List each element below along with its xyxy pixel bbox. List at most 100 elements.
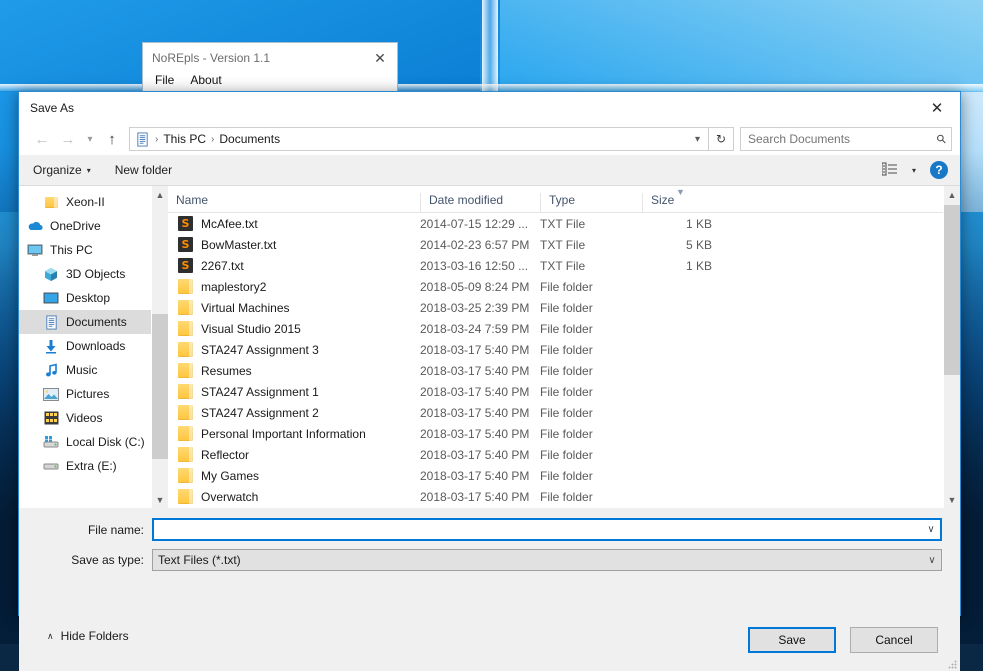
save-form: File name: ∨ Save as type: Text Files (*… <box>19 508 960 671</box>
sidebar-item-xeon-ii[interactable]: Xeon-II <box>19 190 151 214</box>
chevron-up-icon[interactable]: ▲ <box>944 186 960 203</box>
arrow-up-icon[interactable]: ↑ <box>99 126 125 152</box>
background-app-title: NoREpls - Version 1.1 <box>152 51 271 65</box>
filename-label: File name: <box>87 522 144 537</box>
new-folder-label: New folder <box>114 163 173 177</box>
breadcrumb[interactable]: › This PC › Documents ▾ <box>129 127 709 151</box>
onedrive-icon <box>27 218 43 234</box>
sidebar-item-videos[interactable]: Videos <box>19 406 151 430</box>
chevron-down-icon[interactable]: ▼ <box>152 491 168 508</box>
savetype-dropdown[interactable]: Text Files (*.txt) ∨ <box>152 549 942 571</box>
file-name-cell: S 2267.txt <box>168 258 420 273</box>
table-row[interactable]: S BowMaster.txt 2014-02-23 6:57 PM TXT File… <box>168 234 943 255</box>
new-folder-button[interactable]: New folder <box>115 163 172 177</box>
chevron-down-icon[interactable]: ▾ <box>81 126 99 152</box>
table-row[interactable]: maplestory2 2018-05-09 8:24 PM File folder <box>168 276 943 297</box>
column-header-name[interactable]: Name <box>168 193 420 212</box>
documents-icon <box>43 314 59 330</box>
close-icon[interactable]: ✕ <box>363 44 397 72</box>
navigation-bar: ← → ▾ ↑ › This PC › Documents ▾ ↻ ⚲ <box>19 123 960 155</box>
arrow-right-icon[interactable]: → <box>55 126 81 152</box>
sidebar-item-extra-e[interactable]: Extra (E:) <box>19 454 151 478</box>
table-row[interactable]: My Games 2018-03-17 5:40 PM File folder <box>168 465 943 486</box>
file-name-cell: Personal Important Information <box>168 426 420 441</box>
menu-item-file[interactable]: File <box>155 73 174 87</box>
file-type-cell: File folder <box>540 489 593 504</box>
breadcrumb-item-this-pc[interactable]: This PC <box>160 132 209 146</box>
table-row[interactable]: Virtual Machines 2018-03-25 2:39 PM File f… <box>168 297 943 318</box>
save-button[interactable]: Save <box>748 627 836 653</box>
file-name-cell: Overwatch <box>168 489 420 504</box>
table-row[interactable]: Reflector 2018-03-17 5:40 PM File folder <box>168 444 943 465</box>
downloads-icon <box>43 338 59 354</box>
cancel-button[interactable]: Cancel <box>850 627 938 653</box>
chevron-down-icon[interactable]: ▾ <box>912 166 916 175</box>
file-name-cell: Visual Studio 2015 <box>168 321 420 336</box>
sidebar-item-3d-objects[interactable]: 3D Objects <box>19 262 151 286</box>
sidebar-item-music[interactable]: Music <box>19 358 151 382</box>
file-type-cell: File folder <box>540 468 593 483</box>
sidebar-item-local-disk-c[interactable]: Local Disk (C:) <box>19 430 151 454</box>
command-bar: Organize ▾ New folder ▾ ? <box>19 155 960 185</box>
folder-icon <box>178 321 193 336</box>
sidebar-item-onedrive[interactable]: OneDrive <box>19 214 151 238</box>
file-date-cell: 2018-03-24 7:59 PM <box>420 321 530 336</box>
hide-folders-button[interactable]: ∧ Hide Folders <box>47 629 129 643</box>
sidebar-scrollbar-thumb[interactable] <box>152 314 168 459</box>
filename-field[interactable]: ∨ <box>152 518 942 541</box>
sidebar-scrollbar[interactable]: ▲ ▼ <box>151 186 168 508</box>
table-row[interactable]: STA247 Assignment 2 2018-03-17 5:40 PM Fil… <box>168 402 943 423</box>
breadcrumb-item-documents[interactable]: Documents <box>216 132 283 146</box>
chevron-down-icon[interactable]: ∨ <box>923 555 941 566</box>
file-date-cell: 2018-03-17 5:40 PM <box>420 405 530 420</box>
search-input[interactable] <box>746 131 938 147</box>
file-list-scrollbar-thumb[interactable] <box>944 205 960 375</box>
desktop-icon <box>43 290 59 306</box>
3d-objects-icon <box>43 266 59 282</box>
this-pc-icon <box>27 242 43 258</box>
chevron-up-icon[interactable]: ▲ <box>152 186 168 203</box>
close-icon[interactable]: ✕ <box>914 93 960 123</box>
file-name-label: STA247 Assignment 2 <box>201 405 319 420</box>
background-app-titlebar: NoREpls - Version 1.1 ✕ <box>143 43 397 73</box>
background-app-window[interactable]: NoREpls - Version 1.1 ✕ File About <box>142 42 398 94</box>
sidebar-item-label: Music <box>66 363 98 377</box>
sidebar-item-pictures[interactable]: Pictures <box>19 382 151 406</box>
refresh-icon[interactable]: ↻ <box>709 127 734 151</box>
chevron-down-icon[interactable]: ▼ <box>944 491 960 508</box>
file-name-label: Resumes <box>201 363 252 378</box>
text-file-icon: S <box>178 237 193 252</box>
table-row[interactable]: Personal Important Information 2018-03-17… <box>168 423 943 444</box>
file-date-cell: 2018-03-17 5:40 PM <box>420 489 530 504</box>
table-row[interactable]: Resumes 2018-03-17 5:40 PM File folder <box>168 360 943 381</box>
file-list-scrollbar[interactable]: ▲ ▼ <box>943 186 960 508</box>
view-options-icon[interactable] <box>881 162 898 179</box>
file-type-cell: File folder <box>540 405 593 420</box>
help-icon[interactable]: ? <box>930 161 948 179</box>
sidebar-item-label: OneDrive <box>50 219 101 233</box>
sidebar-item-documents[interactable]: Documents <box>19 310 151 334</box>
organize-button[interactable]: Organize ▾ <box>33 163 91 177</box>
sidebar-item-this-pc[interactable]: This PC <box>19 238 151 262</box>
column-header-date-modified[interactable]: Date modified <box>420 193 540 212</box>
file-name-cell: S McAfee.txt <box>168 216 420 231</box>
table-row[interactable]: Visual Studio 2015 2018-03-24 7:59 PM File… <box>168 318 943 339</box>
table-row[interactable]: Overwatch 2018-03-17 5:40 PM File folder <box>168 486 943 507</box>
file-name-label: STA247 Assignment 1 <box>201 384 319 399</box>
sidebar-item-downloads[interactable]: Downloads <box>19 334 151 358</box>
table-row[interactable]: STA247 Assignment 1 2018-03-17 5:40 PM Fil… <box>168 381 943 402</box>
search-box[interactable]: ⚲ <box>740 127 952 151</box>
table-row[interactable]: STA247 Assignment 3 2018-03-17 5:40 PM Fil… <box>168 339 943 360</box>
chevron-down-icon[interactable]: ▾ <box>695 134 704 145</box>
chevron-down-icon[interactable]: ∨ <box>922 524 940 535</box>
filename-input[interactable] <box>154 522 922 537</box>
menu-item-about[interactable]: About <box>190 73 221 87</box>
arrow-left-icon[interactable]: ← <box>29 126 55 152</box>
save-as-dialog: Save As ✕ ← → ▾ ↑ › This PC › Documents … <box>18 91 961 671</box>
table-row[interactable]: S McAfee.txt 2014-07-15 12:29 ... TXT File 1… <box>168 213 943 234</box>
table-row[interactable]: S 2267.txt 2013-03-16 12:50 ... TXT File 1 K… <box>168 255 943 276</box>
file-size-cell: 1 KB <box>685 258 712 273</box>
column-header-type[interactable]: Type <box>540 193 642 212</box>
sidebar-item-desktop[interactable]: Desktop <box>19 286 151 310</box>
resize-grip[interactable] <box>948 660 957 669</box>
